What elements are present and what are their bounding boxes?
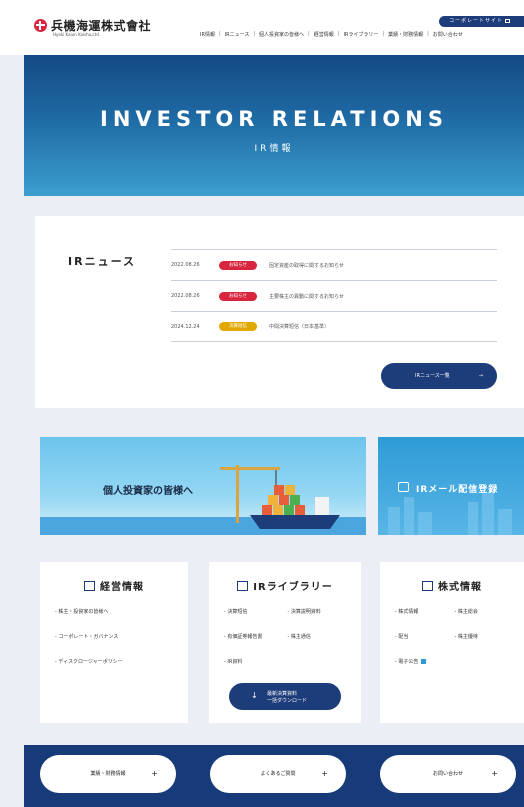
nav-item-management[interactable]: 経営情報 [314,31,334,38]
card-link[interactable]: コーポレート・ガバナンス [55,633,178,658]
bottom-links: 業績・財務情報 + よくあるご質問 + お問い合わせ + [24,745,524,807]
nav-item-ir-news[interactable]: IRニュース [225,31,250,38]
arrow-right-icon: → [478,373,483,379]
hero-subtitle: IR情報 [254,144,294,154]
card-link[interactable]: 株主・投資家の皆様へ [55,608,178,633]
plus-icon: + [321,769,328,778]
nav-item-contact[interactable]: お問い合わせ [433,31,463,38]
card-links: 決算短信 決算説明資料 有価証券報告書 株主通信 IR資料 [224,608,351,683]
button-label: よくあるご質問 [260,771,296,777]
news-text: 固定資産の取得に関するお知らせ [269,262,344,269]
card-title: 経営情報 [40,578,188,593]
nav-item-library[interactable]: IRライブラリー [343,31,378,38]
card-link[interactable]: 株主通信 [288,633,352,658]
news-tag: お知らせ [219,260,257,270]
card-link[interactable]: 電子公告 [395,658,514,683]
ir-mail-label: IRメール配信登録 [416,485,499,495]
card-link[interactable]: 有価証券報告書 [224,633,288,658]
card-links: 株式情報 株主総会 配当 株主優待 電子公告 [395,608,514,683]
card-link[interactable]: 決算説明資料 [288,608,352,633]
news-date: 2022.08.26 [171,293,200,299]
card-link[interactable]: 決算短信 [224,608,288,633]
download-line1: 最新決算資料 [267,691,298,697]
button-label: お問い合わせ [432,771,463,777]
news-item[interactable]: 2024.12.24 決算短信 中間決算短信（日本基準） [171,311,497,342]
card-link[interactable]: 配当 [395,633,455,658]
card-title: IRライブラリー [209,578,361,593]
news-text: 主要株主の異動に関するお知らせ [269,293,344,300]
news-text: 中間決算短信（日本基準） [269,324,330,330]
news-list-label: IRニュース一覧 [415,373,450,379]
plus-icon: + [151,769,158,778]
ir-news-section: IRニュース 2022.08.26 お知らせ 固定資産の取得に関するお知らせ 2… [35,216,524,408]
news-list: 2022.08.26 お知らせ 固定資産の取得に関するお知らせ 2022.08.… [171,249,497,342]
nav-item-ir[interactable]: IR情報 [200,31,215,38]
button-label: 業績・財務情報 [90,771,126,777]
presentation-icon [84,581,95,591]
card-link[interactable]: 株主総会 [455,608,515,633]
logo-mark-icon [34,19,47,32]
news-item[interactable]: 2022.08.26 お知らせ 主要株主の異動に関するお知らせ [171,280,497,311]
corporate-site-label: コーポレートサイト [449,18,504,24]
news-tag: お知らせ [219,291,257,301]
management-info-card: 経営情報 株主・投資家の皆様へ コーポレート・ガバナンス ディスクロージャーポリ… [40,562,188,723]
section-title: IRニュース [68,255,137,268]
ship-illustration [40,465,366,535]
book-icon [237,581,249,591]
hero-banner: INVESTOR RELATIONS IR情報 [24,55,524,196]
card-links: 株主・投資家の皆様へ コーポレート・ガバナンス ディスクロージャーポリシー [55,608,178,683]
document-icon [421,659,427,664]
card-title-text: IRライブラリー [253,582,333,593]
download-line2: 一括ダウンロード [267,698,308,704]
download-all-button[interactable]: ↓ 最新決算資料 一括ダウンロード [229,683,341,710]
logo-subtext: Hyoki Kaiun Kaisha,Ltd. [53,32,101,37]
news-item[interactable]: 2022.08.26 お知らせ 固定資産の取得に関するお知らせ [171,249,497,280]
card-link[interactable]: 株式情報 [395,608,455,633]
ir-mail-banner[interactable]: IRメール配信登録 [378,437,524,535]
nav-item-financial[interactable]: 業績・財務情報 [388,31,423,38]
stock-info-card: 株式情報 株式情報 株主総会 配当 株主優待 電子公告 [380,562,524,723]
nav-item-individual[interactable]: 個人投資家の皆様へ [259,31,304,38]
news-tag: 決算短信 [219,322,257,331]
card-title-text: 株式情報 [438,582,482,593]
global-nav: IR情報 | IRニュース | 個人投資家の皆様へ | 経営情報 | IRライブラリー |… [200,31,463,38]
faq-button[interactable]: よくあるご質問 + [210,755,346,793]
card-link[interactable]: ディスクロージャーポリシー [55,658,178,683]
hero-title: INVESTOR RELATIONS [100,107,448,131]
news-date: 2022.08.26 [171,262,200,268]
ir-library-card: IRライブラリー 決算短信 決算説明資料 有価証券報告書 株主通信 IR資料 ↓… [209,562,361,723]
site-header: 兵機海運株式會社 Hyoki Kaiun Kaisha,Ltd. コーポレートサ… [0,0,524,55]
card-title: 株式情報 [380,578,524,593]
mail-icon [398,482,409,492]
news-list-button[interactable]: IRニュース一覧 → [381,363,497,389]
external-link-icon [505,18,511,23]
financial-info-button[interactable]: 業績・財務情報 + [40,755,176,793]
individual-investors-label: 個人投資家の皆様へ [103,486,193,497]
card-link-text: 電子公告 [398,659,419,665]
download-icon: ↓ [251,691,258,700]
monitor-chart-icon [422,581,433,591]
news-date: 2024.12.24 [171,323,200,330]
corporate-site-button[interactable]: コーポレートサイト [439,16,524,27]
contact-button[interactable]: お問い合わせ + [380,755,516,793]
card-link[interactable]: IR資料 [224,658,288,683]
card-title-text: 経営情報 [100,582,144,593]
card-link[interactable]: 株主優待 [455,633,515,658]
plus-icon: + [491,769,498,778]
individual-investors-banner[interactable]: 個人投資家の皆様へ [40,437,366,535]
